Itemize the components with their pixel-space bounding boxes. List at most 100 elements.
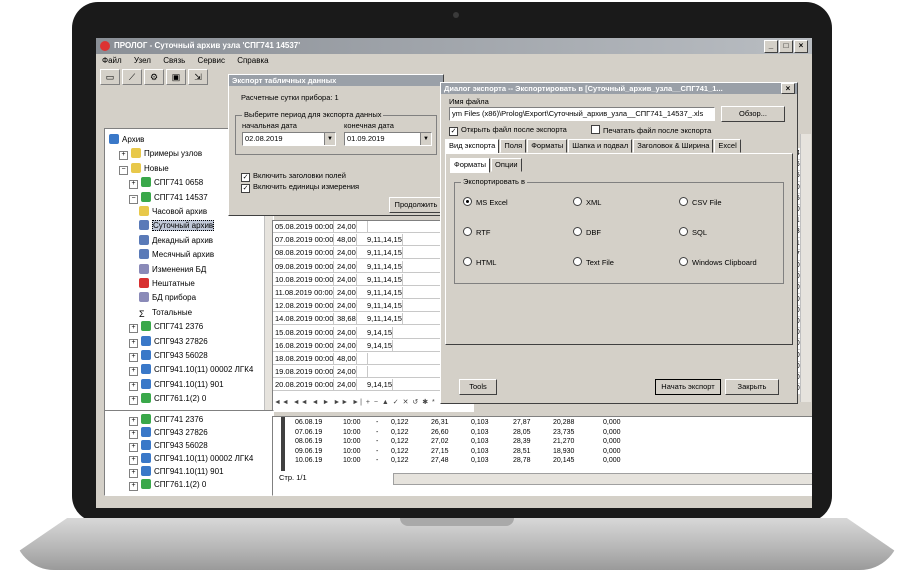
units-checkbox[interactable]: ✓ — [241, 184, 250, 193]
tab-header-footer[interactable]: Шапка и подвал — [568, 139, 633, 153]
expand-toggle-icon[interactable]: + — [129, 180, 138, 190]
option-clipboard[interactable]: Windows Clipboard — [679, 257, 757, 267]
tab-excel[interactable]: Excel — [714, 139, 741, 153]
tab-options-sub[interactable]: Опции — [491, 158, 522, 172]
close-icon[interactable]: × — [781, 83, 795, 94]
menu-help[interactable]: Справка — [237, 56, 268, 65]
tree-item[interactable]: + СПГ943 27826 — [129, 426, 208, 439]
menu-node[interactable]: Узел — [134, 56, 151, 65]
expand-toggle-icon[interactable]: + — [129, 456, 138, 465]
tree-item[interactable]: Декадный архив — [139, 234, 213, 247]
tools-icon[interactable]: ⚙ — [144, 69, 164, 85]
tools-button[interactable]: Tools — [459, 379, 497, 395]
tree-item[interactable]: + Примеры узлов — [119, 147, 202, 161]
radio-icon[interactable] — [573, 197, 582, 206]
tree-item[interactable]: + СПГ941.10(11) 901 — [129, 378, 224, 391]
export-icon[interactable]: ⇲ — [188, 69, 208, 85]
expand-toggle-icon[interactable]: + — [129, 469, 138, 478]
save-icon[interactable]: ▣ — [166, 69, 186, 85]
option-sql[interactable]: SQL — [679, 227, 707, 237]
tree-item[interactable]: Суточный архив — [139, 219, 215, 232]
option-dbf[interactable]: DBF — [573, 227, 601, 237]
tree-item[interactable]: Нештатные — [139, 277, 195, 290]
radio-icon[interactable] — [679, 227, 688, 236]
radio-icon[interactable] — [679, 197, 688, 206]
tree-item[interactable]: + СПГ941.10(11) 00002 ЛГК4 — [129, 363, 253, 377]
tab-export-type[interactable]: Вид экспорта — [445, 139, 500, 154]
option-ms-excel[interactable]: MS Excel — [463, 197, 508, 207]
expand-toggle-icon[interactable]: + — [129, 353, 138, 362]
open-file-checkbox[interactable]: ✓ — [449, 127, 458, 136]
expand-toggle-icon[interactable]: + — [129, 324, 138, 334]
expand-toggle-icon[interactable]: + — [129, 396, 138, 406]
radio-icon[interactable] — [463, 227, 472, 236]
minimize-button[interactable]: _ — [764, 40, 778, 53]
tree-item[interactable]: Архив — [109, 133, 144, 146]
continue-button[interactable]: Продолжить — [389, 197, 443, 213]
radio-icon[interactable] — [573, 257, 582, 266]
expand-toggle-icon[interactable]: + — [129, 367, 138, 377]
tree-item[interactable]: + СПГ941.10(11) 00002 ЛГК4 — [129, 452, 253, 465]
option-rtf[interactable]: RTF — [463, 227, 490, 237]
menu-service[interactable]: Сервис — [198, 56, 225, 65]
tree-item[interactable]: + СПГ741 0658 — [129, 176, 203, 190]
expand-toggle-icon[interactable]: + — [129, 430, 138, 439]
tree-item[interactable]: Часовой архив — [139, 205, 207, 218]
menu-connection[interactable]: Связь — [163, 56, 185, 65]
tree-item[interactable]: Изменения БД — [139, 263, 206, 276]
tree-item[interactable]: + СПГ943 27826 — [129, 335, 208, 348]
expand-toggle-icon[interactable]: + — [119, 151, 128, 161]
expand-toggle-icon[interactable]: − — [129, 194, 138, 204]
expand-toggle-icon[interactable]: + — [129, 338, 138, 348]
headers-checkbox[interactable]: ✓ — [241, 173, 250, 182]
maximize-button[interactable]: □ — [779, 40, 793, 53]
expand-toggle-icon[interactable]: − — [119, 165, 128, 175]
tree-item[interactable]: + СПГ941.10(11) 901 — [129, 465, 224, 478]
tree-item[interactable]: Месячный архив — [139, 248, 214, 261]
option-html[interactable]: HTML — [463, 257, 496, 267]
tree-item[interactable]: + СПГ761.1(2) 0 — [129, 478, 206, 491]
radio-icon[interactable] — [573, 227, 582, 236]
tree-item[interactable]: + СПГ943 56028 — [129, 349, 208, 362]
chart-icon[interactable]: ⟋ — [122, 69, 142, 85]
radio-icon[interactable] — [679, 257, 688, 266]
tree-item[interactable]: + СПГ741 2376 — [129, 320, 203, 334]
filename-input[interactable]: ym Files (x86)\Prolog\Export\Суточный_ар… — [449, 107, 715, 121]
option-xml[interactable]: XML — [573, 197, 601, 207]
grid-navigator[interactable]: ◄◄ ◄◄ ◄ ► ►► ►| + − ▲ ✓ ✕ ↺ ✱ * — [274, 398, 436, 408]
browse-button[interactable]: Обзор... — [721, 106, 785, 122]
tree-item[interactable]: + СПГ943 56028 — [129, 439, 208, 452]
expand-toggle-icon[interactable]: + — [129, 417, 138, 426]
tree-item[interactable]: − Новые — [119, 162, 169, 175]
tab-fields[interactable]: Поля — [500, 139, 527, 153]
chevron-down-icon[interactable]: ▼ — [420, 133, 431, 145]
close-dialog-button[interactable]: Закрыть — [725, 379, 779, 395]
print-file-checkbox[interactable] — [591, 125, 600, 134]
print-file-row[interactable]: Печатать файл после экспорта — [591, 125, 711, 135]
tree-item[interactable]: + СПГ741 2376 — [129, 413, 203, 426]
tree-item[interactable]: + СПГ761.1(2) 0 — [129, 392, 206, 406]
start-date-field[interactable]: 02.08.2019 ▼ — [242, 132, 336, 146]
menu-file[interactable]: Файл — [102, 56, 122, 65]
lower-hscroll[interactable] — [393, 473, 812, 485]
option-text-file[interactable]: Text File — [573, 257, 614, 267]
expand-toggle-icon[interactable]: + — [129, 443, 138, 452]
tree-item[interactable]: Σ Тотальные — [139, 306, 192, 319]
units-checkbox-row[interactable]: ✓ Включить единицы измерения — [241, 182, 359, 193]
expand-toggle-icon[interactable]: + — [129, 482, 138, 491]
option-csv[interactable]: CSV File — [679, 197, 722, 207]
tree-item[interactable]: − СПГ741 14537 — [129, 191, 208, 204]
tab-formats[interactable]: Форматы — [527, 139, 568, 153]
open-file-row[interactable]: ✓ Открыть файл после экспорта — [449, 125, 567, 136]
radio-icon[interactable] — [463, 257, 472, 266]
start-export-button[interactable]: Начать экспорт — [655, 379, 721, 395]
tab-formats-sub[interactable]: Форматы — [450, 158, 491, 173]
chevron-down-icon[interactable]: ▼ — [324, 133, 335, 145]
new-icon[interactable]: ▭ — [100, 69, 120, 85]
right-scrollbar[interactable] — [800, 134, 811, 402]
close-button[interactable]: × — [794, 40, 808, 53]
radio-icon[interactable] — [463, 197, 472, 206]
tab-caption-width[interactable]: Заголовок & Ширина — [633, 139, 714, 153]
tree-item[interactable]: БД прибора — [139, 291, 196, 304]
headers-checkbox-row[interactable]: ✓ Включить заголовки полей — [241, 171, 346, 182]
